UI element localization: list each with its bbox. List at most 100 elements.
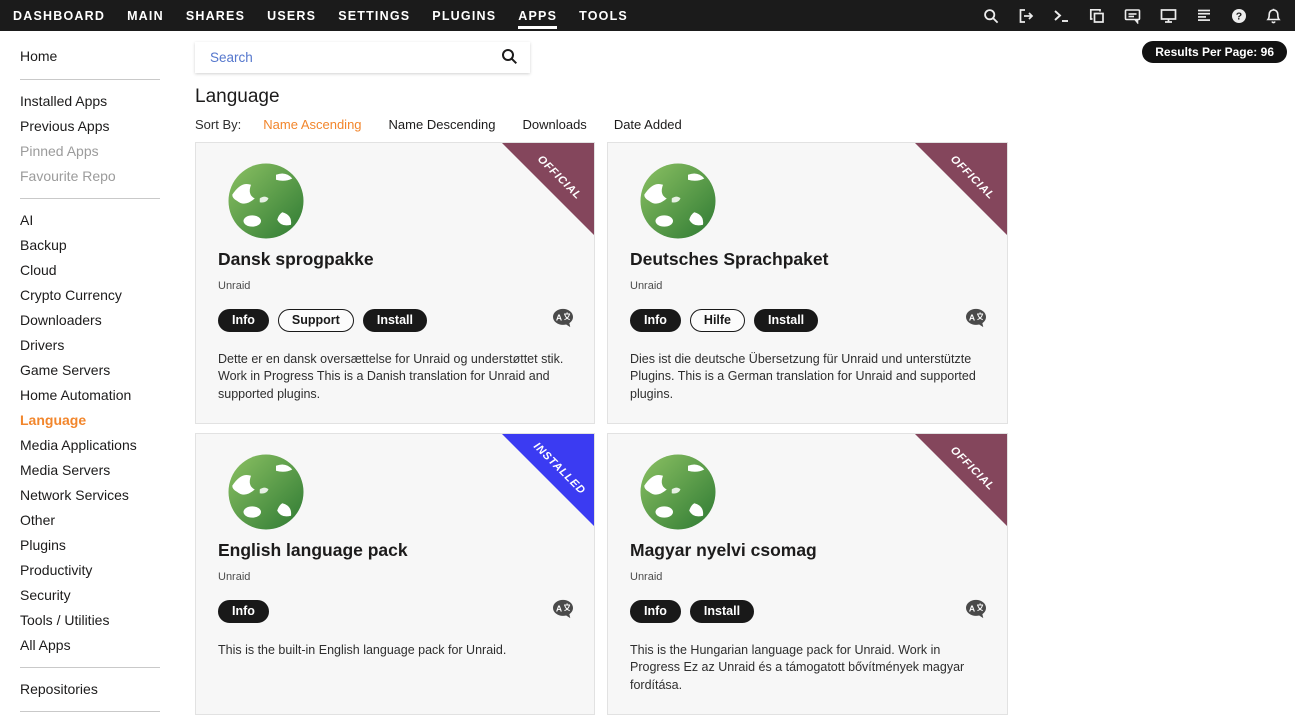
sidebar-divider <box>20 711 160 712</box>
translate-icon[interactable]: A <box>552 308 574 333</box>
nav-users[interactable]: USERS <box>256 0 327 31</box>
nav-apps[interactable]: APPS <box>507 0 568 31</box>
svg-text:A: A <box>556 312 562 322</box>
search-submit-button[interactable] <box>501 48 530 68</box>
sidebar-item-tools-utilities[interactable]: Tools / Utilities <box>0 608 185 633</box>
results-per-page-badge[interactable]: Results Per Page: 96 <box>1142 41 1287 63</box>
search-icon[interactable] <box>983 8 999 24</box>
official-ribbon: OFFICIAL <box>502 143 594 235</box>
sidebar-item-home[interactable]: Home <box>0 43 185 70</box>
display-icon[interactable] <box>1160 8 1177 24</box>
svg-text:A: A <box>969 312 975 322</box>
sidebar-item-previous-apps[interactable]: Previous Apps <box>0 114 185 139</box>
official-ribbon: OFFICIAL <box>915 143 1007 235</box>
official-ribbon: OFFICIAL <box>915 434 1007 526</box>
app-card-deutsches-sprachpaket: OFFICIAL Deutsches Sprachpaket Unraid In… <box>607 142 1008 424</box>
translate-icon[interactable]: A <box>965 599 987 624</box>
sidebar-item-all-apps[interactable]: All Apps <box>0 633 185 658</box>
sidebar-item-installed-apps[interactable]: Installed Apps <box>0 89 185 114</box>
app-title[interactable]: Deutsches Sprachpaket <box>630 249 985 270</box>
unraid-apps-page: DASHBOARD MAIN SHARES USERS SETTINGS PLU… <box>0 0 1295 726</box>
ribbon-label: OFFICIAL <box>509 142 595 228</box>
sidebar-item-favourite-repo: Favourite Repo <box>0 164 185 189</box>
main-content: Results Per Page: 96 Language Sort By: N… <box>195 31 1295 726</box>
sidebar-item-cloud[interactable]: Cloud <box>0 258 185 283</box>
sidebar-item-downloaders[interactable]: Downloaders <box>0 308 185 333</box>
logout-icon[interactable] <box>1018 8 1034 24</box>
sidebar-item-crypto-currency[interactable]: Crypto Currency <box>0 283 185 308</box>
info-button[interactable]: Info <box>218 309 269 332</box>
install-button[interactable]: Install <box>754 309 818 332</box>
search-icon <box>501 48 518 68</box>
sidebar-item-game-servers[interactable]: Game Servers <box>0 358 185 383</box>
sidebar-item-ai[interactable]: AI <box>0 208 185 233</box>
bell-icon[interactable] <box>1266 8 1281 24</box>
nav-settings[interactable]: SETTINGS <box>327 0 421 31</box>
app-title[interactable]: English language pack <box>218 540 572 561</box>
search-input[interactable] <box>195 50 501 65</box>
top-nav-menu: DASHBOARD MAIN SHARES USERS SETTINGS PLU… <box>2 0 639 31</box>
page-title: Language <box>195 86 280 108</box>
sort-bar: Sort By: Name Ascending Name Descending … <box>195 117 709 132</box>
app-card-magyar-nyelvi-csomag: OFFICIAL Magyar nyelvi csomag Unraid Inf… <box>607 433 1008 715</box>
nav-dashboard[interactable]: DASHBOARD <box>2 0 116 31</box>
sidebar-divider <box>20 198 160 199</box>
app-title[interactable]: Dansk sprogpakke <box>218 249 572 270</box>
info-button[interactable]: Info <box>218 600 269 623</box>
svg-text:A: A <box>969 603 975 613</box>
sidebar-item-media-servers[interactable]: Media Servers <box>0 458 185 483</box>
nav-shares[interactable]: SHARES <box>175 0 256 31</box>
ribbon-label: OFFICIAL <box>922 433 1008 519</box>
app-description: Dies ist die deutsche Übersetzung für Un… <box>630 351 985 403</box>
sort-by-label: Sort By: <box>195 117 241 132</box>
nav-tools[interactable]: TOOLS <box>568 0 639 31</box>
support-button[interactable]: Support <box>278 309 354 332</box>
sidebar-item-other[interactable]: Other <box>0 508 185 533</box>
sidebar-item-network-services[interactable]: Network Services <box>0 483 185 508</box>
sidebar-item-drivers[interactable]: Drivers <box>0 333 185 358</box>
sidebar-item-repositories[interactable]: Repositories <box>0 677 185 702</box>
globe-icon[interactable] <box>638 161 718 241</box>
support-button[interactable]: Hilfe <box>690 309 745 332</box>
log-icon[interactable] <box>1196 8 1212 23</box>
nav-plugins[interactable]: PLUGINS <box>421 0 507 31</box>
sort-date-added[interactable]: Date Added <box>614 117 682 132</box>
nav-main[interactable]: MAIN <box>116 0 175 31</box>
sidebar-item-language[interactable]: Language <box>0 408 185 433</box>
app-author: Unraid <box>630 280 985 292</box>
translate-icon[interactable]: A <box>965 308 987 333</box>
sidebar-item-backup[interactable]: Backup <box>0 233 185 258</box>
ribbon-label: INSTALLED <box>509 433 595 519</box>
sidebar-item-plugins[interactable]: Plugins <box>0 533 185 558</box>
terminal-icon[interactable] <box>1053 8 1070 23</box>
app-description: This is the built-in English language pa… <box>218 642 572 659</box>
sidebar-item-productivity[interactable]: Productivity <box>0 558 185 583</box>
app-card-grid: OFFICIAL Dansk sprogpakke Unraid Info Su… <box>195 142 1008 715</box>
globe-icon[interactable] <box>638 452 718 532</box>
app-title[interactable]: Magyar nyelvi csomag <box>630 540 985 561</box>
sidebar-item-security[interactable]: Security <box>0 583 185 608</box>
info-button[interactable]: Info <box>630 309 681 332</box>
copy-icon[interactable] <box>1089 8 1105 24</box>
help-icon[interactable]: ? <box>1231 8 1247 24</box>
sidebar-item-pinned-apps: Pinned Apps <box>0 139 185 164</box>
sort-downloads[interactable]: Downloads <box>522 117 586 132</box>
translate-icon[interactable]: A <box>552 599 574 624</box>
feedback-icon[interactable] <box>1124 8 1141 24</box>
sidebar-item-media-applications[interactable]: Media Applications <box>0 433 185 458</box>
sort-name-ascending[interactable]: Name Ascending <box>263 117 361 132</box>
app-card-dansk-sprogpakke: OFFICIAL Dansk sprogpakke Unraid Info Su… <box>195 142 595 424</box>
svg-text:?: ? <box>1236 10 1242 22</box>
app-actions: Info Support Install A <box>218 309 572 332</box>
globe-icon[interactable] <box>226 161 306 241</box>
sort-name-descending[interactable]: Name Descending <box>389 117 496 132</box>
globe-icon[interactable] <box>226 452 306 532</box>
sidebar-item-home-automation[interactable]: Home Automation <box>0 383 185 408</box>
install-button[interactable]: Install <box>363 309 427 332</box>
info-button[interactable]: Info <box>630 600 681 623</box>
app-description: This is the Hungarian language pack for … <box>630 642 985 694</box>
install-button[interactable]: Install <box>690 600 754 623</box>
app-actions: Info Hilfe Install A <box>630 309 985 332</box>
search-bar <box>195 42 530 73</box>
sidebar-item-settings[interactable]: Settings <box>0 721 185 726</box>
